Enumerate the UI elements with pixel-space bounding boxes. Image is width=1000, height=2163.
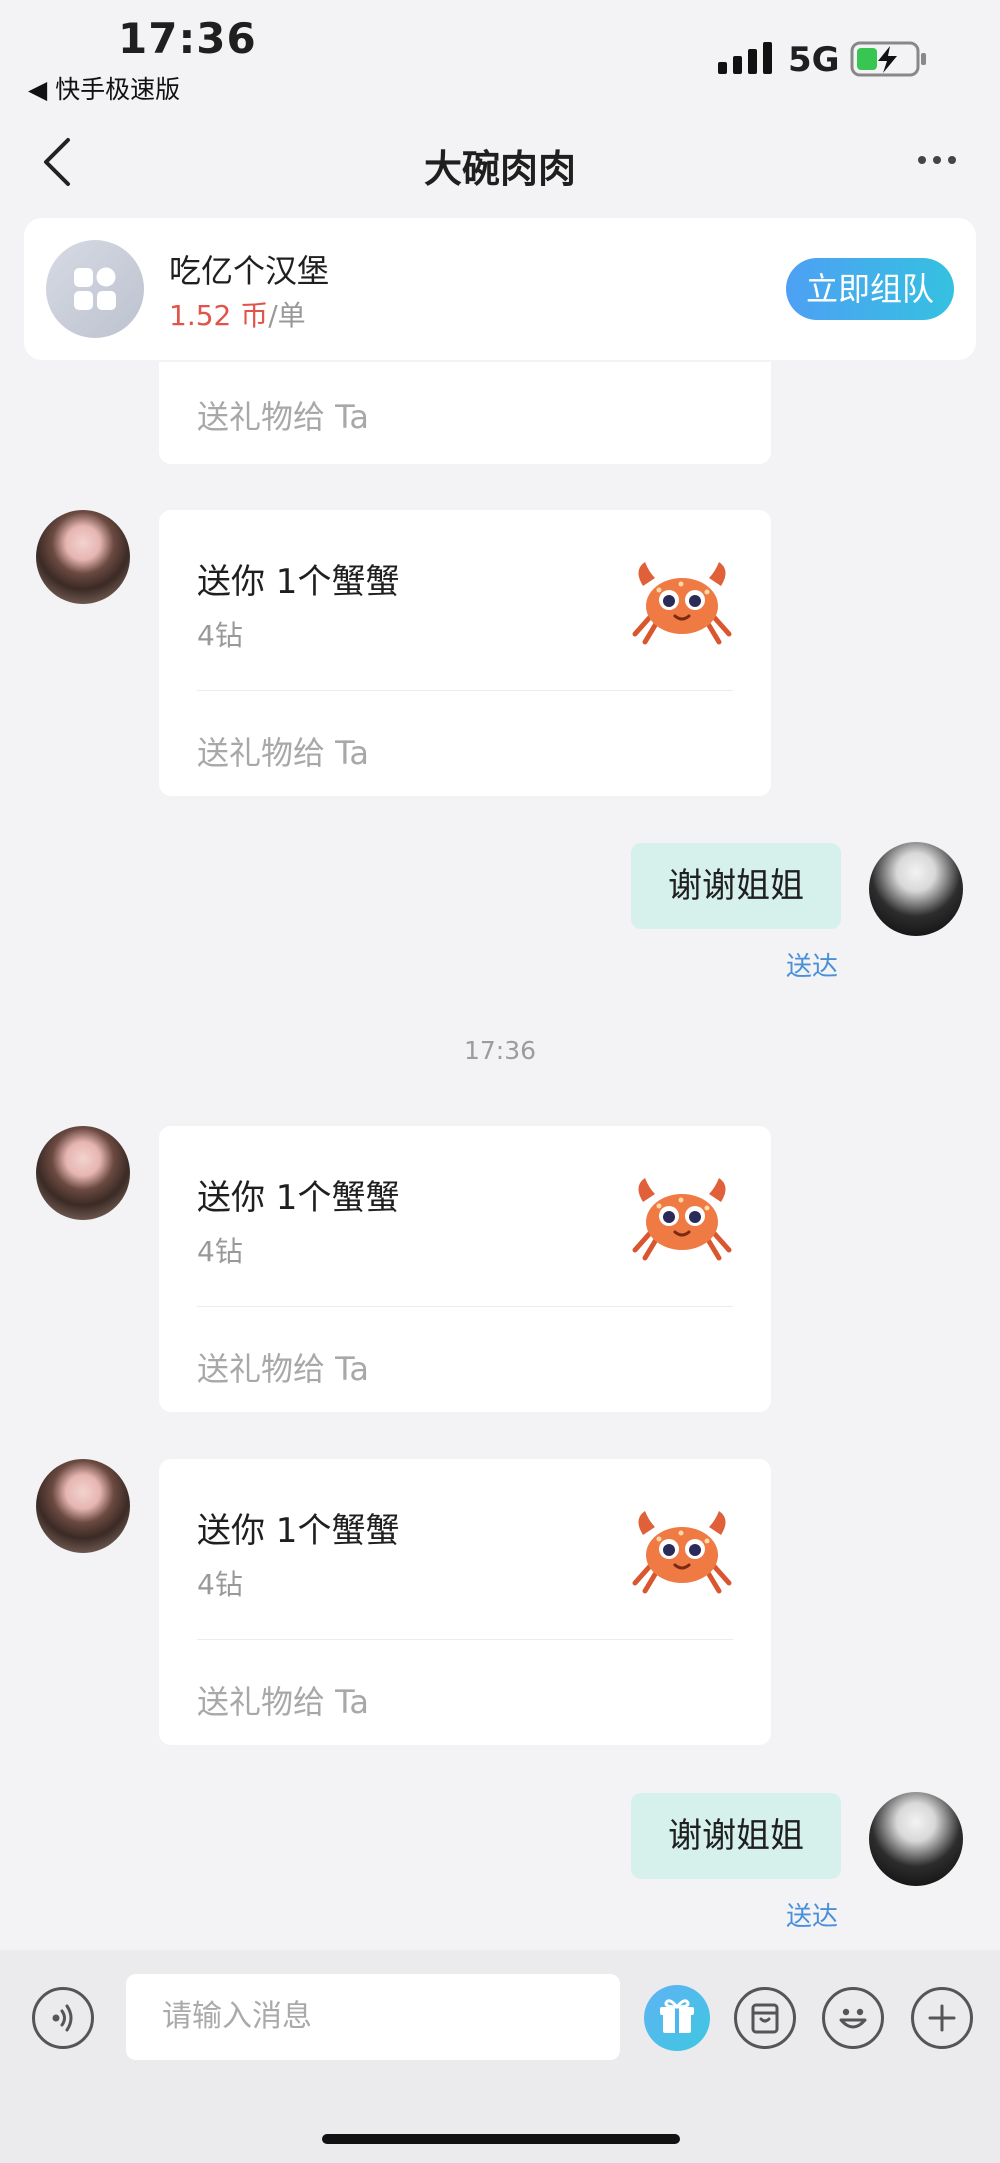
gift-card: 送你 1个蟹蟹 4钻 送礼物给 Ta: [159, 1126, 771, 1412]
network-type: 5G: [788, 40, 840, 80]
gift-price: 4钻: [197, 1235, 243, 1268]
card-divider: [197, 690, 733, 691]
crab-gift-icon: [632, 1511, 732, 1594]
message-bubble-self[interactable]: 谢谢姐姐: [631, 843, 841, 929]
voice-icon[interactable]: [32, 1987, 94, 2049]
send-gift-link[interactable]: 送礼物给 Ta: [197, 1344, 369, 1390]
promo-title: 吃亿个汉堡: [169, 252, 330, 290]
gift-icon[interactable]: [644, 1985, 710, 2051]
send-gift-link[interactable]: 送礼物给 Ta: [197, 1677, 369, 1723]
sender-avatar[interactable]: [36, 1459, 130, 1553]
home-indicator[interactable]: [322, 2134, 680, 2144]
gift-title: 送你 1个蟹蟹: [197, 562, 400, 602]
promo-card[interactable]: 吃亿个汉堡 1.52 币/单 立即组队: [24, 218, 976, 360]
send-gift-link[interactable]: 送礼物给 Ta: [197, 392, 369, 438]
more-icon[interactable]: [916, 150, 958, 170]
status-time: 17:36: [118, 14, 257, 63]
signal-icon: [718, 42, 772, 74]
promo-price-unit: /单: [268, 299, 306, 332]
self-avatar[interactable]: [869, 842, 963, 936]
gift-price: 4钻: [197, 1568, 243, 1601]
send-gift-link[interactable]: 送礼物给 Ta: [197, 728, 369, 774]
app-grid-icon: [46, 240, 144, 338]
sender-avatar[interactable]: [36, 1126, 130, 1220]
delivered-status: 送达: [786, 952, 839, 982]
gift-card: 送你 1个蟹蟹 4钻 送礼物给 Ta: [159, 510, 771, 796]
plus-icon[interactable]: [911, 1987, 973, 2049]
promo-price-value: 1.52 币: [169, 299, 269, 332]
sender-avatar[interactable]: [36, 510, 130, 604]
message-input[interactable]: 请输入消息: [126, 1974, 620, 2060]
battery-icon: [850, 41, 926, 77]
emoji-icon[interactable]: [822, 1987, 884, 2049]
card-divider: [197, 1306, 733, 1307]
chat-title: 大碗肉肉: [423, 147, 576, 191]
gift-price: 4钻: [197, 619, 243, 652]
crab-gift-icon: [632, 1178, 732, 1261]
card-divider: [197, 1639, 733, 1640]
gift-card-partial: 送礼物给 Ta: [159, 362, 771, 464]
gift-title: 送你 1个蟹蟹: [197, 1511, 400, 1551]
package-icon[interactable]: [734, 1987, 796, 2049]
gift-card: 送你 1个蟹蟹 4钻 送礼物给 Ta: [159, 1459, 771, 1745]
delivered-status: 送达: [786, 1902, 839, 1932]
message-bubble-self[interactable]: 谢谢姐姐: [631, 1793, 841, 1879]
self-avatar[interactable]: [869, 1792, 963, 1886]
crab-gift-icon: [632, 562, 732, 645]
gift-title: 送你 1个蟹蟹: [197, 1178, 400, 1218]
message-timestamp: 17:36: [463, 1036, 537, 1065]
promo-price: 1.52 币/单: [169, 294, 306, 334]
back-to-app-link[interactable]: ◀ 快手极速版: [28, 70, 180, 106]
team-up-button[interactable]: 立即组队: [786, 258, 954, 320]
